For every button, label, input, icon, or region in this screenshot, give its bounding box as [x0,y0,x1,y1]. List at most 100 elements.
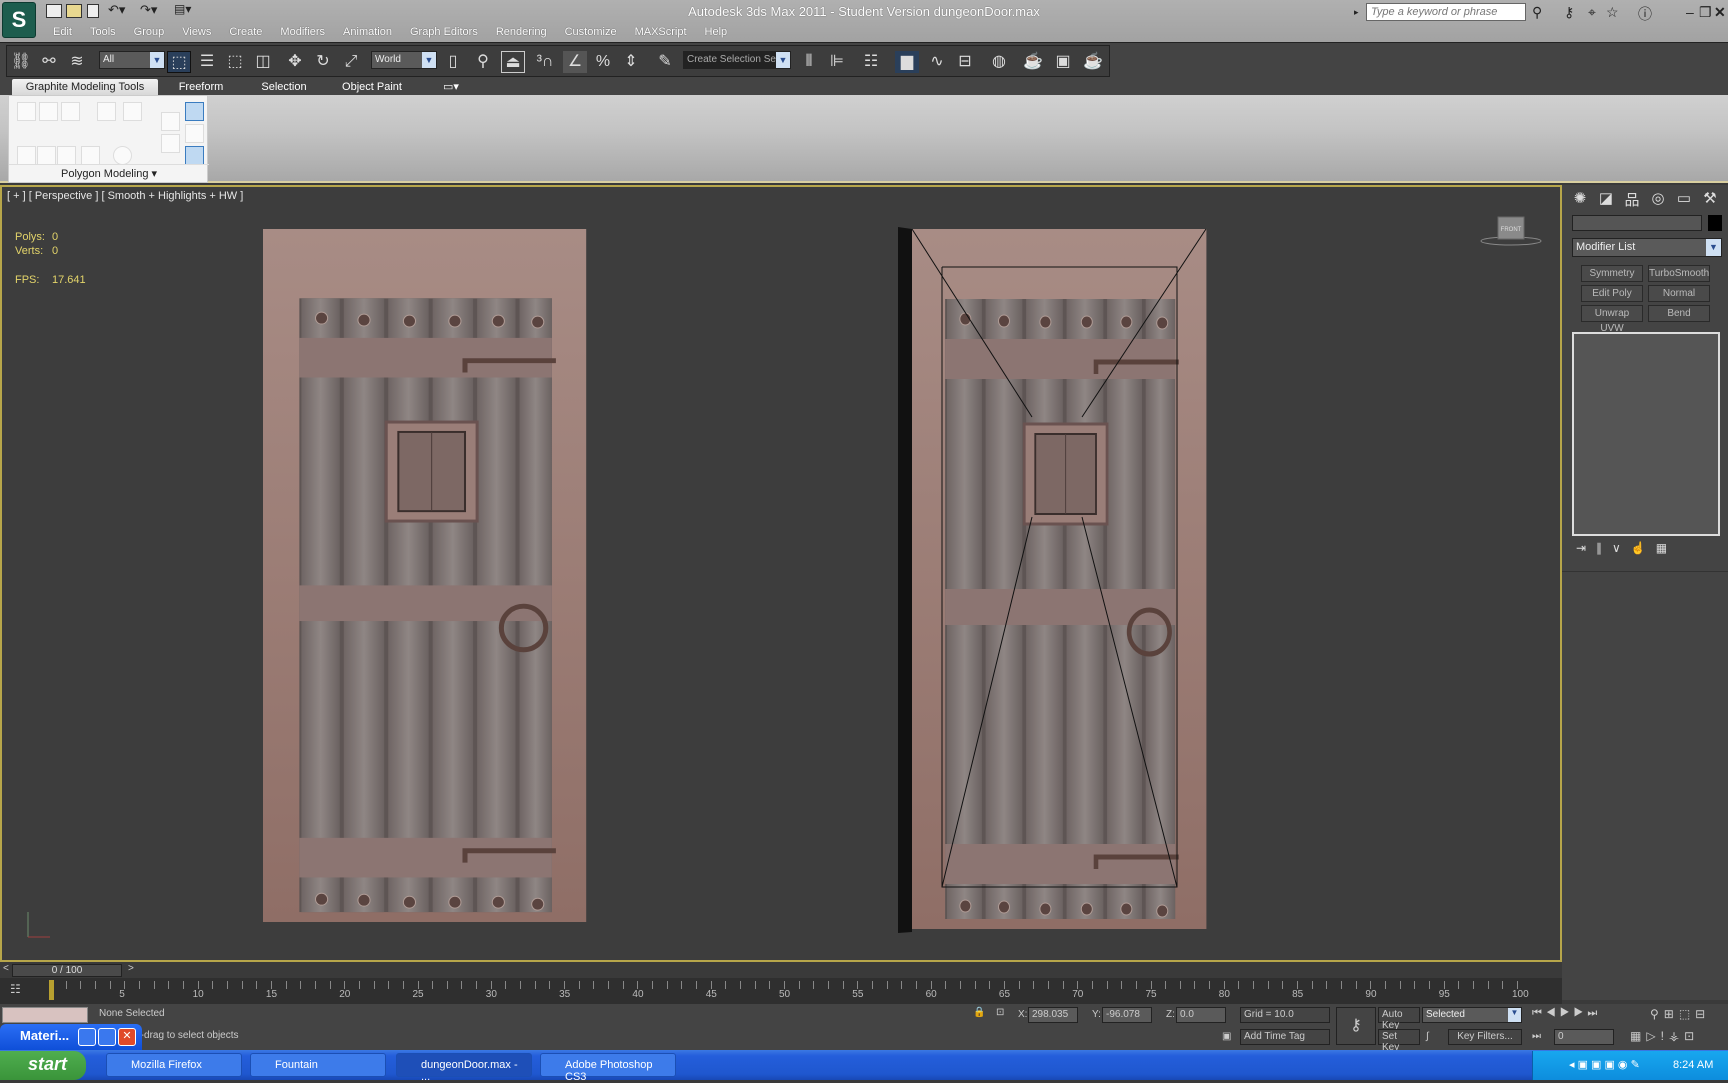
y-coordinate-field[interactable]: -96.078 [1102,1007,1152,1023]
x-coordinate-field[interactable]: 298.035 [1028,1007,1078,1023]
layer-manager-icon[interactable]: ☷ [859,51,883,73]
open-mini-curve-editor-icon[interactable]: ☷ [10,982,21,996]
modifier-list-dropdown[interactable]: Modifier List ▼ [1572,238,1722,257]
unwrap-uvw-button[interactable]: Unwrap UVW [1581,305,1643,334]
close-window-icon[interactable]: ✕ [118,1028,136,1046]
selection-filter-dropdown[interactable]: All ▼ [99,51,165,69]
use-soft-selection-icon[interactable] [185,146,204,165]
keyboard-shortcut-override-icon[interactable]: ⏏ [501,51,525,73]
menu-create[interactable]: Create [220,26,271,38]
edit-named-selection-icon[interactable]: ✎ [653,51,677,73]
lock-selection-icon[interactable]: 🔒 [973,1007,985,1018]
unlink-icon[interactable]: ⚯ [37,51,61,73]
maximize-window-icon[interactable] [98,1028,116,1046]
normal-button[interactable]: Normal [1648,285,1710,302]
reference-coordinate-dropdown[interactable]: World ▼ [371,51,437,69]
key-mode-dropdown[interactable]: Selected ▼ [1422,1007,1522,1023]
restore-icon[interactable]: ❐ [1699,4,1712,21]
render-production-icon[interactable]: ☕ [1081,51,1105,73]
z-coordinate-field[interactable]: 0.0 [1176,1007,1226,1023]
percent-snap-icon[interactable]: % [591,51,615,73]
minimize-icon[interactable]: – [1686,4,1694,20]
render-setup-icon[interactable]: ☕ [1021,51,1045,73]
tangent-icon[interactable]: ∫ [1426,1031,1429,1042]
tab-graphite-modeling-tools[interactable]: Graphite Modeling Tools [12,79,158,95]
tab-freeform[interactable]: Freeform [170,79,232,95]
select-by-name-icon[interactable]: ☰ [195,51,219,73]
ribbon-options-icon[interactable]: ▭▾ [436,79,466,95]
key-mode-toggle-icon[interactable]: ⏭ [1532,1031,1541,1042]
ring-icon[interactable] [81,146,100,165]
utilities-tab-icon[interactable]: ⚒ [1698,189,1722,211]
element-icon[interactable] [123,102,142,121]
task-firefox[interactable]: Mozilla Firefox [106,1053,242,1077]
angle-snap-icon[interactable]: ∠ [563,51,587,73]
close-icon[interactable]: ✕ [1714,4,1726,21]
time-tag-icon[interactable]: ▣ [1222,1031,1231,1042]
border-icon[interactable] [61,102,80,121]
bend-button[interactable]: Bend [1648,305,1710,322]
menu-views[interactable]: Views [173,26,220,38]
schematic-view-icon[interactable]: ⊟ [953,51,977,73]
absolute-mode-icon[interactable]: ⊡ [996,1007,1004,1018]
shrink-icon[interactable] [37,146,56,165]
rotate-icon[interactable]: ↻ [311,51,335,73]
start-button[interactable]: start [0,1051,86,1080]
tab-object-paint[interactable]: Object Paint [336,79,408,95]
menu-graph-editors[interactable]: Graph Editors [401,26,487,38]
tab-selection[interactable]: Selection [252,79,316,95]
time-slider[interactable]: 0 / 100 [12,964,122,977]
next-frame-arrow[interactable]: > [128,963,134,974]
vertex-icon[interactable] [17,102,36,121]
track-bar[interactable]: ☷ 5 10 15 20 25 30 35 40 45 50 55 60 65 70 75 80 85 90 95 1… [0,978,1562,1004]
edit-poly-button[interactable]: Edit Poly [1581,285,1643,302]
binoculars-icon[interactable]: ⚲ [1532,4,1542,21]
task-photoshop[interactable]: Adobe Photoshop CS3 [540,1053,676,1083]
set-keys-key-icon[interactable]: ⚷ [1336,1007,1376,1045]
curve-editor-icon[interactable]: ∿ [925,51,949,73]
tray-icons[interactable]: ◂ ▣ ▣ ▣ ◉ ✎ [1569,1058,1640,1071]
favorites-star-icon[interactable]: ☆ [1606,4,1619,21]
maxscript-listener[interactable] [2,1007,88,1023]
rendered-frame-icon[interactable]: ▣ [1051,51,1075,73]
mirror-icon[interactable]: ⫴ [797,51,821,73]
scene-explorer-icon[interactable]: ▆ [895,51,919,73]
material-editor-icon[interactable]: ◍ [987,51,1011,73]
select-manipulate-icon[interactable]: ⚲ [471,51,495,73]
link-icon[interactable]: ⛓ [9,51,33,73]
scale-icon[interactable]: ⤢ [339,51,363,73]
loop-icon[interactable] [57,146,76,165]
spinner-snap-icon[interactable]: ⇕ [619,51,643,73]
door-model-left[interactable] [263,229,586,922]
task-3dsmax[interactable]: dungeonDoor.max - ... [396,1053,532,1083]
pivot-center-icon[interactable]: ▯ [441,51,465,73]
move-icon[interactable]: ✥ [283,51,307,73]
show-end-result-icon[interactable] [185,102,204,121]
key-icon[interactable]: ⚷ [1564,4,1574,21]
display-tab-icon[interactable]: ▭ [1672,189,1696,211]
viewport-navigation-controls[interactable]: ⚲⊞⬚⊟ [1650,1007,1710,1021]
perspective-viewport[interactable]: [ + ] [ Perspective ] [ Smooth + Highlig… [0,185,1562,962]
turbosmooth-button[interactable]: TurboSmooth [1648,265,1710,282]
create-tab-icon[interactable]: ✺ [1568,189,1592,211]
add-time-tag-button[interactable]: Add Time Tag [1240,1029,1330,1045]
next-modifier-icon[interactable] [161,112,180,131]
current-frame-field[interactable]: 0 [1554,1029,1614,1045]
snaps-toggle-icon[interactable]: ³∩ [533,51,557,73]
edge-icon[interactable] [39,102,58,121]
symmetry-button[interactable]: Symmetry [1581,265,1643,282]
modifier-stack-list[interactable] [1572,332,1720,536]
object-name-input[interactable] [1572,215,1702,231]
menu-animation[interactable]: Animation [334,26,401,38]
restore-window-icon[interactable] [78,1028,96,1046]
stack-controls-icons[interactable]: ⇥∥∨☝▦ [1576,541,1677,555]
set-key-button[interactable]: Set Key [1378,1029,1420,1053]
align-icon[interactable]: ⊫ [825,51,849,73]
expand-search-icon[interactable]: ▸ [1354,7,1359,18]
menu-edit[interactable]: Edit [44,26,81,38]
rectangular-selection-icon[interactable]: ⬚ [223,51,247,73]
window-crossing-icon[interactable]: ◫ [251,51,275,73]
bind-space-warp-icon[interactable]: ≋ [65,51,89,73]
polygon-icon[interactable] [97,102,116,121]
previous-modifier-icon[interactable] [161,134,180,153]
